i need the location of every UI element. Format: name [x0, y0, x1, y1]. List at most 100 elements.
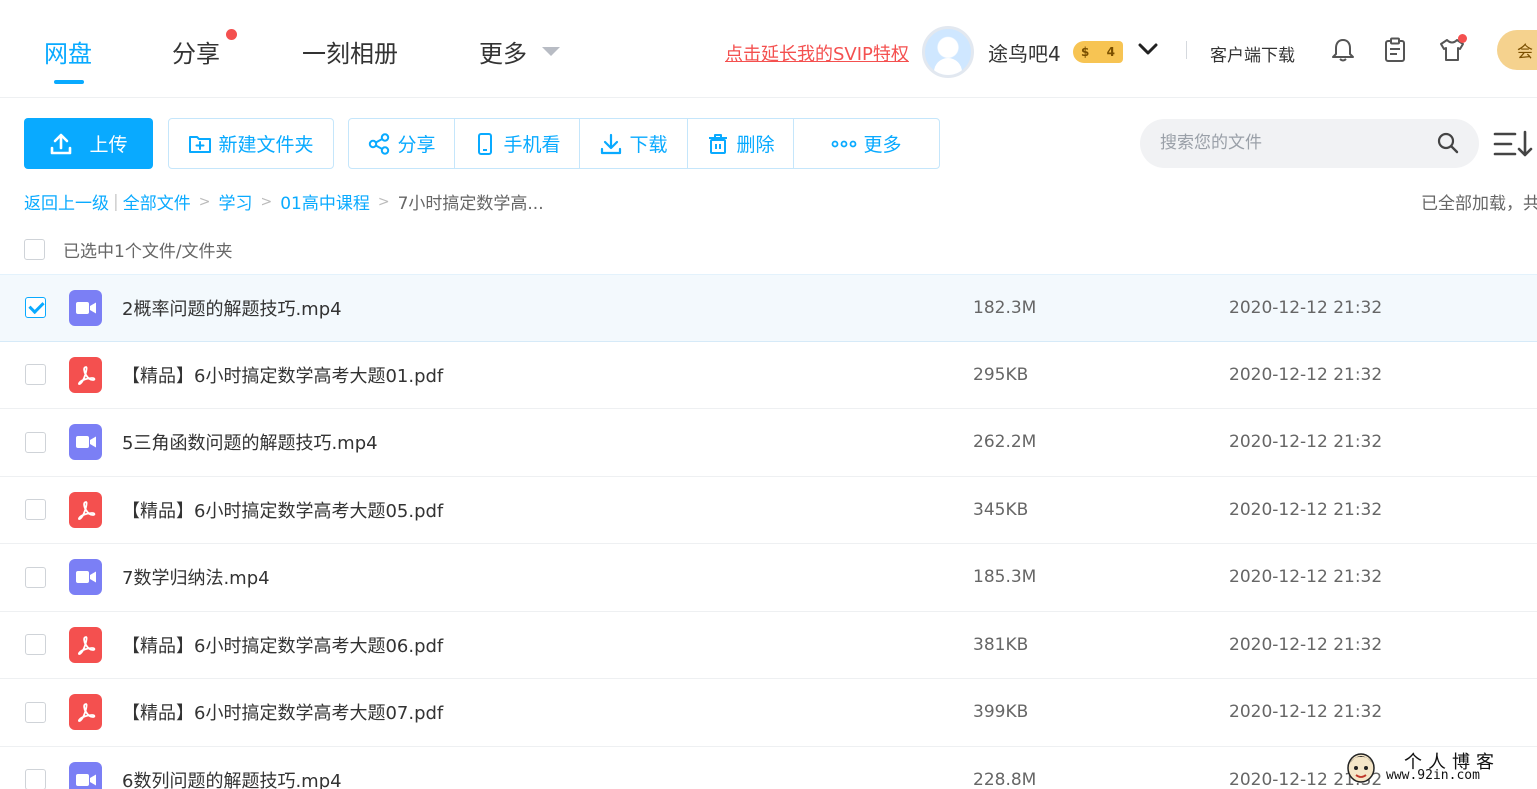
new-folder-label: 新建文件夹 [218, 134, 314, 156]
video-file-icon [69, 424, 102, 461]
file-row[interactable]: 【精品】6小时搞定数学高考大题06.pdf 381KB 2020-12-12 21:… [0, 612, 1537, 679]
pdf-file-icon [69, 626, 102, 663]
file-size: 262.2M [973, 432, 1037, 453]
breadcrumb-study[interactable]: 学习 [218, 189, 252, 214]
file-modified-date: 2020-12-12 21:32 [1229, 297, 1383, 318]
phone-view-button[interactable]: 手机看 [455, 119, 580, 168]
pdf-file-icon [69, 491, 102, 528]
sort-icon[interactable] [1493, 129, 1533, 159]
username[interactable]: 途鸟吧4 [988, 38, 1061, 67]
select-all-checkbox[interactable] [24, 239, 45, 260]
file-size: 182.3M [973, 297, 1037, 318]
file-row-checkbox[interactable] [25, 499, 46, 521]
file-modified-date: 2020-12-12 21:32 [1229, 567, 1383, 588]
file-row-checkbox[interactable] [25, 769, 46, 789]
file-name[interactable]: 【精品】6小时搞定数学高考大题01.pdf [122, 362, 443, 388]
file-name[interactable]: 【精品】6小时搞定数学高考大题07.pdf [122, 699, 443, 725]
file-size: 295KB [973, 364, 1029, 385]
breadcrumb-separator-icon: > [260, 193, 273, 210]
coin-symbol: $ [1081, 45, 1090, 59]
file-action-group: 分享 手机看 下载 删除 更多 [348, 118, 940, 169]
file-size: 185.3M [973, 567, 1037, 588]
more-actions-button[interactable]: 更多 [794, 119, 939, 168]
search-box [1140, 119, 1479, 168]
tab-netdisk[interactable]: 网盘 [44, 34, 92, 69]
file-size: 399KB [973, 702, 1029, 723]
breadcrumb-back-link[interactable]: 返回上一级 [24, 189, 109, 214]
file-list: 2概率问题的解题技巧.mp4 182.3M 2020-12-12 21:32 【精品】… [0, 274, 1537, 789]
breadcrumb-all-files[interactable]: 全部文件 [123, 189, 191, 214]
file-name[interactable]: 【精品】6小时搞定数学高考大题05.pdf [122, 497, 443, 523]
search-icon[interactable] [1436, 131, 1460, 155]
upload-label: 上传 [89, 134, 128, 156]
upload-icon [51, 133, 72, 154]
new-folder-icon [189, 135, 212, 153]
load-status-text: 已全部加载，共 [1421, 194, 1537, 214]
selection-header: 已选中1个文件/文件夹 [24, 237, 233, 262]
file-name[interactable]: 5三角函数问题的解题技巧.mp4 [122, 429, 378, 455]
bell-icon[interactable] [1329, 36, 1357, 64]
file-size: 381KB [973, 634, 1029, 655]
clipboard-icon[interactable] [1381, 36, 1409, 64]
download-button[interactable]: 下载 [580, 119, 688, 168]
file-row-checkbox[interactable] [25, 297, 46, 319]
tab-more[interactable]: 更多 [479, 34, 527, 69]
client-download-link[interactable]: 客户端下载 [1210, 41, 1295, 66]
coin-badge: $ 4 [1073, 41, 1123, 63]
file-row[interactable]: 【精品】6小时搞定数学高考大题07.pdf 399KB 2020-12-12 21:… [0, 679, 1537, 747]
member-button[interactable]: 会 [1497, 30, 1537, 70]
file-size: 228.8M [973, 769, 1037, 789]
upload-button[interactable]: 上传 [24, 118, 153, 169]
trash-icon [709, 133, 728, 154]
file-name[interactable]: 6数列问题的解题技巧.mp4 [122, 767, 342, 789]
file-name[interactable]: 2概率问题的解题技巧.mp4 [122, 295, 342, 321]
delete-button[interactable]: 删除 [688, 119, 794, 168]
file-row-checkbox[interactable] [25, 701, 46, 723]
breadcrumb-highschool[interactable]: 01高中课程 [280, 189, 370, 214]
download-label: 下载 [629, 134, 668, 156]
video-file-icon [69, 559, 102, 596]
svip-extend-link[interactable]: 点击延长我的SVIP特权 [725, 40, 909, 66]
chevron-down-icon[interactable] [1137, 38, 1159, 60]
new-folder-button[interactable]: 新建文件夹 [168, 118, 334, 169]
blog-watermark: 个人博客 www.92in.com [1342, 744, 1532, 789]
ellipsis-icon [832, 140, 857, 147]
breadcrumb-separator-icon: > [198, 193, 211, 210]
file-row-checkbox[interactable] [25, 431, 46, 453]
search-input[interactable] [1160, 129, 1430, 157]
file-modified-date: 2020-12-12 21:32 [1229, 364, 1383, 385]
file-row-checkbox[interactable] [25, 634, 46, 656]
video-file-icon [69, 761, 102, 789]
file-row[interactable]: 6数列问题的解题技巧.mp4 228.8M 2020-12-12 21:32 [0, 747, 1537, 789]
file-row[interactable]: 7数学归纳法.mp4 185.3M 2020-12-12 21:32 [0, 544, 1537, 612]
pdf-file-icon [69, 356, 102, 393]
selection-count-text: 已选中1个文件/文件夹 [63, 242, 233, 262]
watermark-url: www.92in.com [1386, 768, 1480, 783]
file-row[interactable]: 【精品】6小时搞定数学高考大题05.pdf 345KB 2020-12-12 21:… [0, 477, 1537, 544]
breadcrumb-current: 7小时搞定数学高... [397, 194, 544, 214]
breadcrumb-separator-icon: > [377, 193, 390, 210]
file-row-checkbox[interactable] [25, 566, 46, 588]
tab-album[interactable]: 一刻相册 [302, 34, 398, 69]
phone-view-label: 手机看 [503, 134, 561, 156]
file-row-checkbox[interactable] [25, 364, 46, 386]
file-row[interactable]: 2概率问题的解题技巧.mp4 182.3M 2020-12-12 21:32 [0, 274, 1537, 342]
more-caret-icon[interactable] [542, 47, 560, 56]
file-modified-date: 2020-12-12 21:32 [1229, 432, 1383, 453]
coin-count: 4 [1106, 45, 1115, 59]
breadcrumb: 返回上一级 | 全部文件 > 学习 > 01高中课程 > 7小时搞定数学高... [24, 189, 544, 215]
file-modified-date: 2020-12-12 21:32 [1229, 499, 1383, 520]
share-label: 分享 [397, 134, 436, 156]
more-actions-label: 更多 [863, 134, 902, 156]
share-button[interactable]: 分享 [349, 119, 455, 168]
file-row[interactable]: 【精品】6小时搞定数学高考大题01.pdf 295KB 2020-12-12 21:… [0, 342, 1537, 409]
file-name[interactable]: 7数学归纳法.mp4 [122, 564, 270, 590]
share-icon [369, 132, 390, 155]
delete-label: 删除 [736, 134, 775, 156]
file-name[interactable]: 【精品】6小时搞定数学高考大题06.pdf [122, 632, 443, 658]
pdf-file-icon [69, 694, 102, 731]
tab-share[interactable]: 分享 [172, 34, 220, 69]
file-row[interactable]: 5三角函数问题的解题技巧.mp4 262.2M 2020-12-12 21:32 [0, 409, 1537, 477]
user-avatar[interactable] [922, 26, 974, 78]
skin-notification-dot [1458, 34, 1467, 43]
